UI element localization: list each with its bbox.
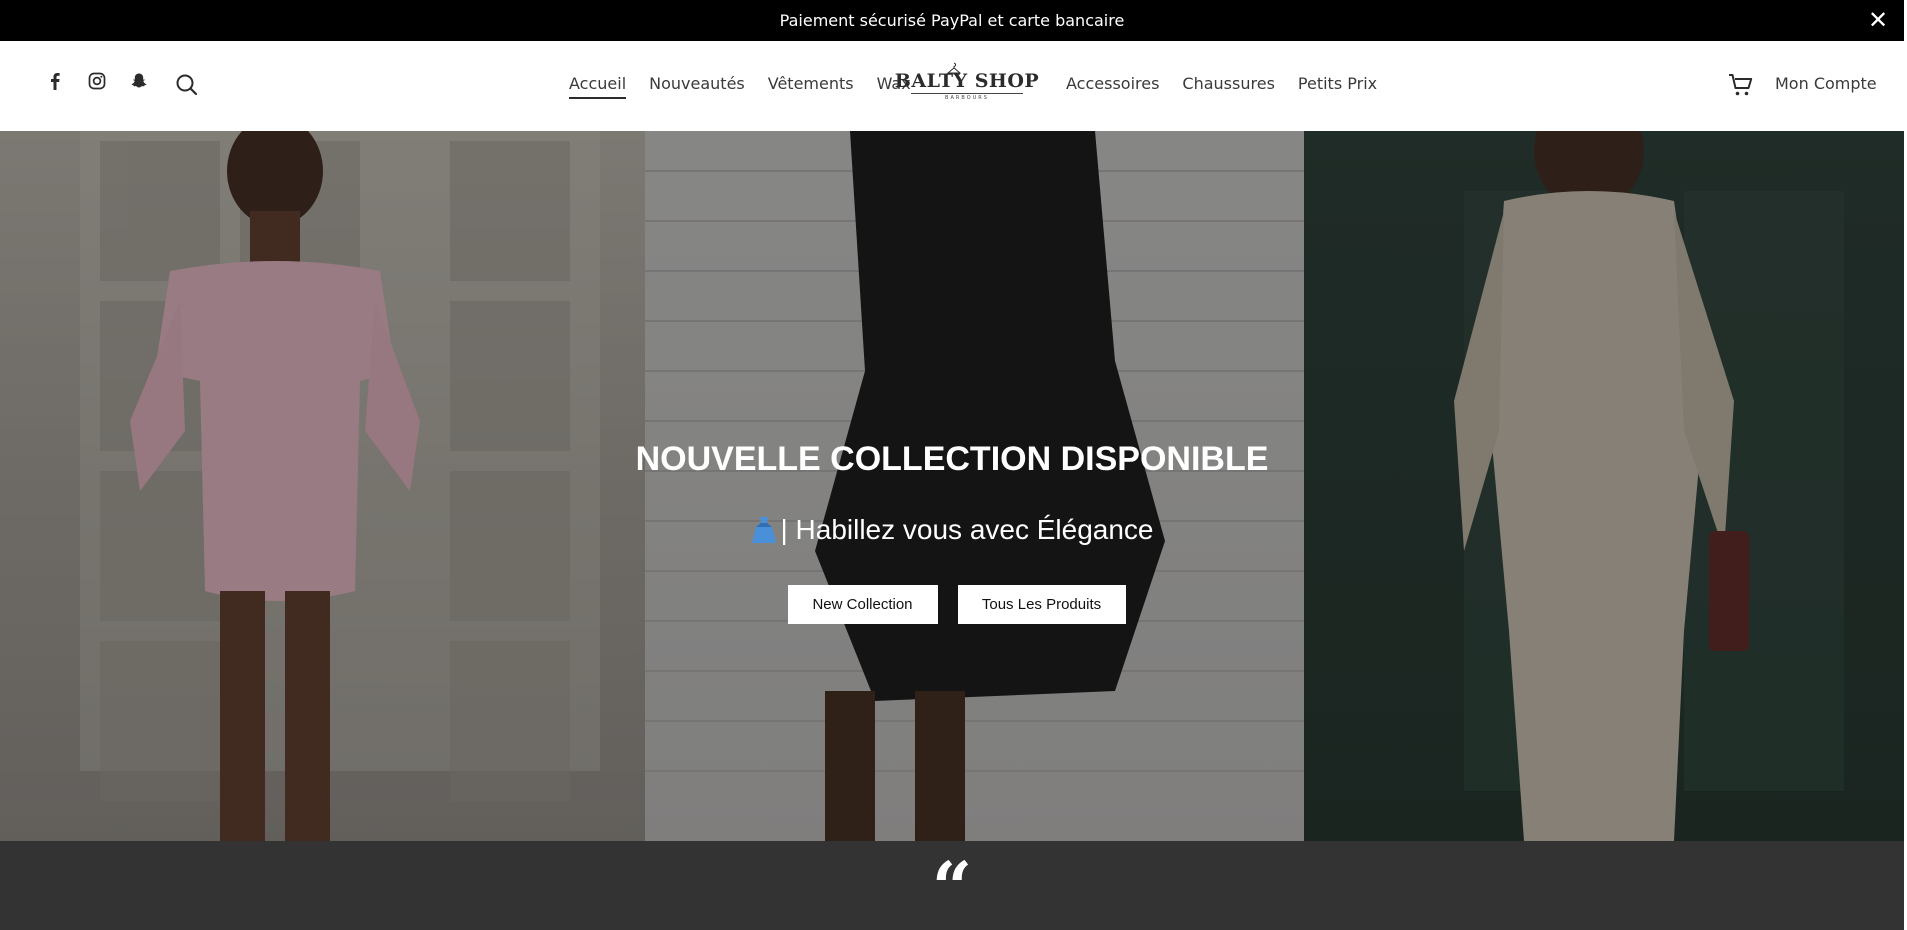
nav-item-nouveautes[interactable]: Nouveautés [649,74,745,99]
account-link[interactable]: Mon Compte [1775,74,1877,93]
main-nav-left: Accueil Nouveautés Vêtements Wax [569,74,911,99]
main-nav-right: Accessoires Chaussures Petits Prix [1066,74,1377,99]
hero-overlay [0,131,1904,841]
snapchat-icon[interactable] [128,70,150,92]
nav-item-chaussures[interactable]: Chaussures [1182,74,1274,99]
logo-wordmark: BALTY SHOP [895,62,1039,92]
quote-icon: “ [931,846,973,929]
cart-icon[interactable] [1727,71,1755,99]
site-logo[interactable]: BALTY SHOP BARBOURS [895,62,1039,105]
dress-icon [752,517,777,543]
announcement-bar: Paiement sécurisé PayPal et carte bancai… [0,0,1904,41]
nav-item-accueil[interactable]: Accueil [569,74,627,99]
hero-subtitle: | Habillez vous avec Élégance [0,514,1904,546]
site-header: Accueil Nouveautés Vêtements Wax BALTY S… [0,41,1904,131]
logo-tagline: BARBOURS [911,92,1023,101]
hero-buttons: New Collection Tous Les Produits [0,585,1904,624]
testimonial-band: “ [0,841,1904,930]
nav-item-petits-prix[interactable]: Petits Prix [1298,74,1377,99]
facebook-icon[interactable] [44,70,66,92]
hanger-icon [946,62,961,73]
nav-item-vetements[interactable]: Vêtements [768,74,854,99]
search-icon[interactable] [174,72,200,98]
social-links [44,70,150,92]
all-products-button[interactable]: Tous Les Produits [957,585,1126,624]
hero-title: NOUVELLE COLLECTION DISPONIBLE [635,440,1269,478]
new-collection-button[interactable]: New Collection [787,585,938,624]
close-icon[interactable]: ✕ [1866,8,1890,32]
nav-item-accessoires[interactable]: Accessoires [1066,74,1159,99]
hero-subtitle-text: | Habillez vous avec Élégance [780,514,1154,545]
announcement-text: Paiement sécurisé PayPal et carte bancai… [779,11,1125,30]
instagram-icon[interactable] [86,70,108,92]
hero-banner: NOUVELLE COLLECTION DISPONIBLE | Habille… [0,131,1904,841]
